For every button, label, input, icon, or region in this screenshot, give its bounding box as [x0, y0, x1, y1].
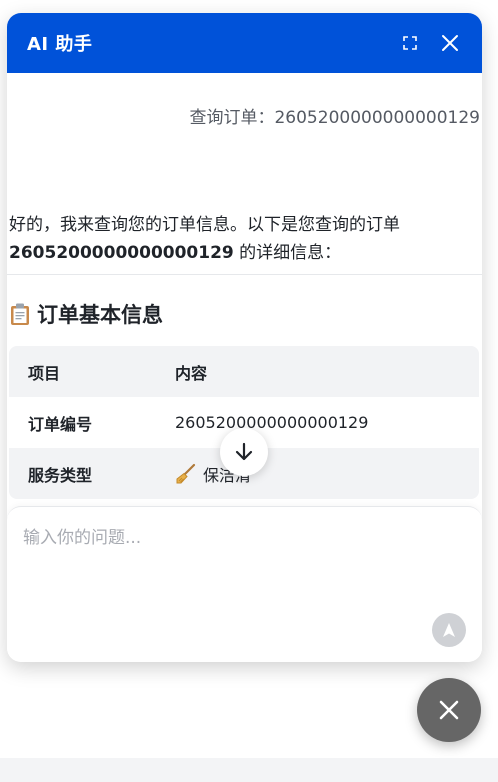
table-header-content: 内容 [175, 363, 208, 383]
message-divider [7, 274, 482, 275]
header-actions [398, 31, 462, 55]
arrow-down-icon [235, 442, 253, 461]
order-info-table: 项目 内容 订单编号 2605200000000000129 服务类型 保洁清 [9, 346, 479, 499]
message-list[interactable]: 查询订单：2605200000000000129 好的，我来查询您的订单信息。以… [7, 73, 482, 513]
section-title: 订单基本信息 [9, 299, 163, 329]
input-area [7, 506, 482, 662]
panel-title: AI 助手 [27, 34, 93, 55]
table-cell-key: 服务类型 [28, 465, 93, 485]
send-icon [443, 623, 455, 637]
user-message: 查询订单：2605200000000000129 [189, 108, 480, 128]
table-cell-key: 订单编号 [28, 414, 93, 434]
ai-assistant-panel: AI 助手 查询订单：2605200000000000129 好的，我来查询您的… [7, 13, 482, 662]
table-header-row: 项目 内容 [9, 346, 479, 397]
ai-intro-order-number: 2605200000000000129 [9, 243, 234, 263]
ai-intro-prefix: 好的，我来查询您的订单信息。以下是您查询的订单 [9, 215, 400, 235]
broom-icon [176, 463, 196, 483]
panel-header: AI 助手 [7, 13, 482, 73]
ai-message-intro: 好的，我来查询您的订单信息。以下是您查询的订单 2605200000000000… [9, 211, 479, 267]
fullscreen-icon [403, 36, 417, 50]
clipboard-icon [9, 302, 31, 326]
fullscreen-button[interactable] [398, 31, 422, 55]
close-icon [439, 700, 459, 720]
question-input[interactable] [21, 521, 425, 625]
ai-intro-suffix: 的详细信息： [233, 243, 342, 263]
section-title-text: 订单基本信息 [37, 303, 163, 327]
send-button[interactable] [432, 613, 466, 647]
table-header-item: 项目 [28, 363, 61, 383]
page-footer-strip [0, 758, 498, 782]
scroll-to-bottom-button[interactable] [220, 428, 268, 476]
close-panel-button[interactable] [438, 31, 462, 55]
close-icon [442, 35, 458, 51]
assistant-toggle-close-button[interactable] [417, 678, 481, 742]
table-cell-value: 2605200000000000129 [175, 413, 369, 432]
